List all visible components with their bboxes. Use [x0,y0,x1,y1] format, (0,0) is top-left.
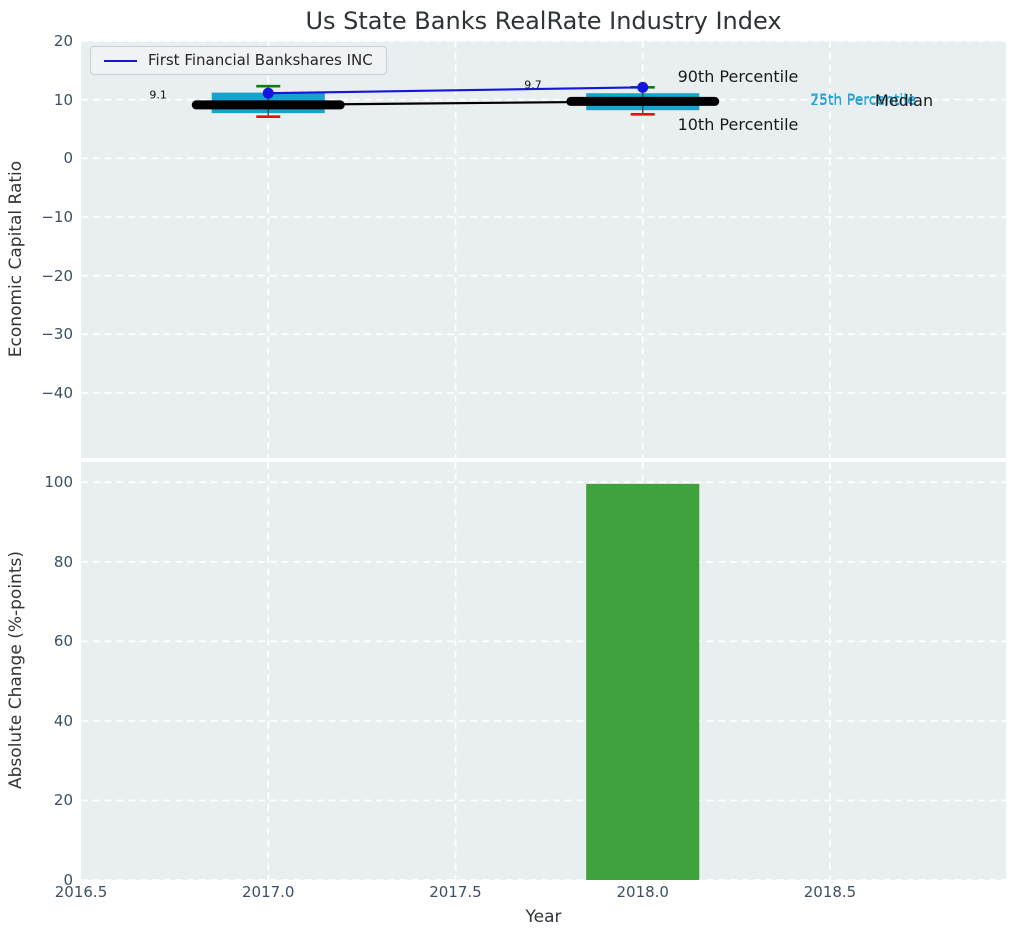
x-axis-label: Year [525,907,562,927]
y-tick-label: −20 [41,266,73,285]
y-tick-label: 100 [44,473,73,492]
legend-label: First Financial Bankshares INC [148,51,373,69]
x-tick-label: 2017.5 [429,883,482,901]
chart-title: Us State Banks RealRate Industry Index [305,7,782,35]
x-tick-label: 2016.5 [54,883,108,901]
y-tick-label: −40 [41,383,73,402]
label-10th-percentile: 10th Percentile [677,114,799,134]
y-tick-label: −10 [41,207,73,226]
y-tick-label: 0 [63,149,73,168]
legend-line-swatch [104,59,137,62]
y-tick-label: 80 [53,552,73,571]
company-point-2017 [262,87,274,99]
label-median: Median [874,90,934,110]
bottom-plot-background [81,462,1006,880]
x-tick-label: 2017.0 [241,883,295,901]
chart-canvas [81,40,1006,881]
label-90th-percentile: 90th Percentile [677,66,799,86]
median-value-2017: 9.1 [149,88,167,102]
y-tick-label: 40 [53,711,73,730]
company-point-2018 [637,81,649,93]
y-axis-label-top: Economic Capital Ratio [6,160,26,358]
y-tick-label: −30 [41,325,73,344]
x-tick-label: 2018.5 [803,883,857,901]
bar-2018 [586,483,700,880]
median-value-2018: 9.7 [524,79,542,93]
y-tick-label: 60 [53,632,73,651]
y-tick-label: 20 [53,791,73,810]
legend: First Financial Bankshares INC [90,46,387,75]
x-tick-label: 2018.0 [616,883,669,901]
figure: Us State Banks RealRate Industry Index E… [0,0,1019,942]
y-tick-label: 20 [53,32,73,50]
y-tick-label: 10 [53,90,73,109]
